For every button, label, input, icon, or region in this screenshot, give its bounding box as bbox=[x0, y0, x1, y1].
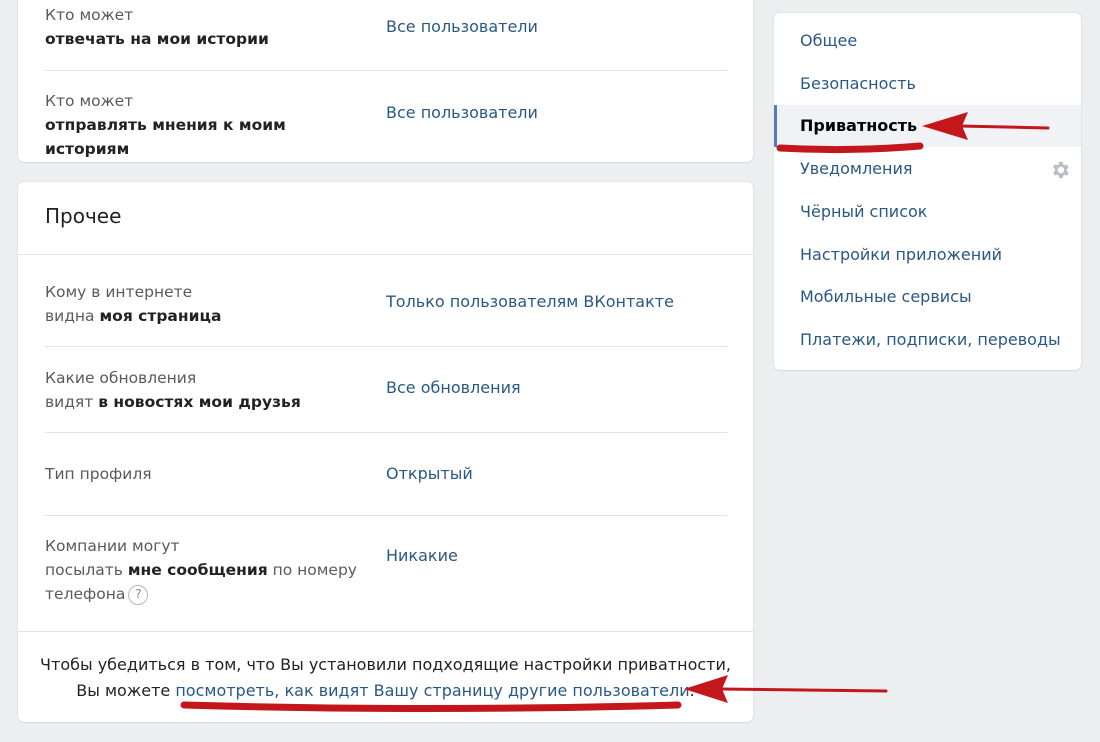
setting-row-page-visibility: Кому в интернете видна моя страница Толь… bbox=[45, 280, 727, 330]
privacy-stories-card: Кто может отвечать на мои истории Все по… bbox=[18, 0, 753, 162]
setting-value-profile-type[interactable]: Открытый bbox=[386, 462, 473, 486]
setting-value-opinions-stories[interactable]: Все пользователи bbox=[386, 101, 538, 125]
menu-item-general[interactable]: Общее bbox=[774, 20, 1081, 62]
section-title: Прочее bbox=[45, 204, 122, 228]
privacy-misc-card: Прочее Кому в интернете видна моя страни… bbox=[18, 182, 753, 722]
row-divider bbox=[45, 432, 727, 433]
setting-row-company-messages: Компании могут посылать мне сообщения по… bbox=[45, 534, 727, 610]
help-icon[interactable]: ? bbox=[128, 584, 149, 605]
menu-item-mobile-services[interactable]: Мобильные сервисы bbox=[774, 276, 1081, 318]
setting-row-opinions-stories: Кто может отправлять мнения к моим истор… bbox=[45, 89, 727, 158]
setting-value-reply-stories[interactable]: Все пользователи bbox=[386, 15, 538, 39]
menu-item-payments[interactable]: Платежи, подписки, переводы bbox=[774, 319, 1081, 361]
setting-label: Какие обновления видят в новостях мои др… bbox=[45, 369, 301, 411]
setting-value-company-messages[interactable]: Никакие bbox=[386, 544, 458, 568]
section-title-divider bbox=[18, 254, 753, 255]
menu-item-security[interactable]: Безопасность bbox=[774, 63, 1081, 105]
setting-row-news-updates: Какие обновления видят в новостях мои др… bbox=[45, 366, 727, 416]
setting-label: Кто может отвечать на мои истории bbox=[45, 6, 269, 48]
setting-label: Компании могут посылать мне сообщения по… bbox=[45, 537, 357, 605]
footer-divider bbox=[18, 631, 753, 632]
setting-value-news-updates[interactable]: Все обновления bbox=[386, 376, 521, 400]
setting-row-reply-stories: Кто может отвечать на мои истории Все по… bbox=[45, 3, 727, 63]
privacy-footer-note: Чтобы убедиться в том, что Вы установили… bbox=[40, 655, 731, 700]
setting-label: Тип профиля bbox=[45, 465, 152, 483]
menu-item-notifications[interactable]: Уведомления bbox=[774, 148, 1081, 190]
menu-item-privacy[interactable]: Приватность bbox=[774, 105, 1081, 147]
row-divider bbox=[45, 515, 727, 516]
setting-row-profile-type: Тип профиля Открытый bbox=[45, 462, 727, 488]
menu-item-app-settings[interactable]: Настройки приложений bbox=[774, 234, 1081, 276]
setting-label: Кому в интернете видна моя страница bbox=[45, 283, 222, 325]
menu-item-blacklist[interactable]: Чёрный список bbox=[774, 191, 1081, 233]
setting-value-page-visibility[interactable]: Только пользователям ВКонтакте bbox=[386, 290, 674, 314]
setting-label: Кто может отправлять мнения к моим истор… bbox=[45, 92, 286, 158]
view-page-as-others-link[interactable]: посмотреть, как видят Вашу страницу друг… bbox=[175, 681, 689, 700]
settings-side-menu: Общее Безопасность Приватность Уведомлен… bbox=[774, 13, 1081, 370]
gear-icon[interactable] bbox=[1049, 159, 1071, 181]
row-divider bbox=[45, 70, 727, 71]
menu-item-label: Уведомления bbox=[800, 159, 913, 178]
row-divider bbox=[45, 346, 727, 347]
